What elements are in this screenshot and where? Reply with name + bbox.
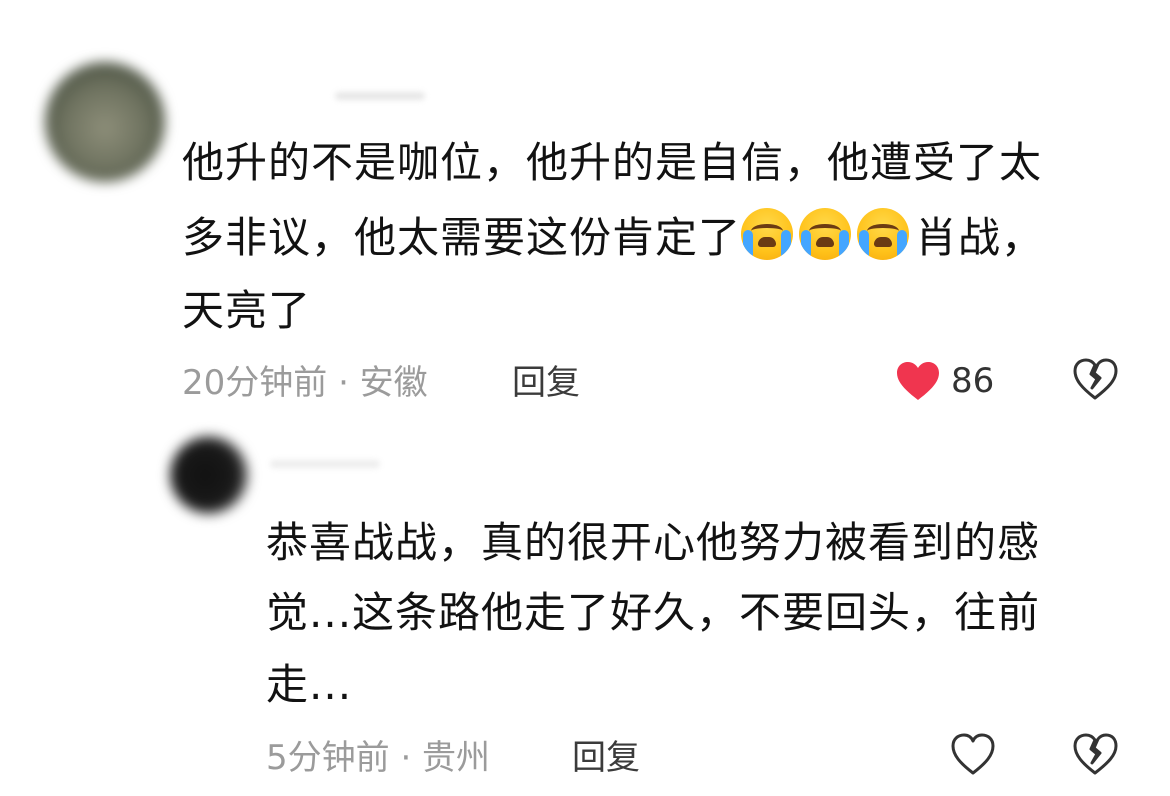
comment-meta: 5分钟前 · 贵州: [266, 738, 491, 778]
heart-filled-icon: [895, 360, 941, 402]
dislike-button[interactable]: [1072, 357, 1118, 403]
reply-button[interactable]: 回复: [512, 355, 580, 404]
comment-text-line: 觉...这条路他走了好久，不要回头，往前: [266, 588, 1041, 637]
heart-outline-icon: [950, 732, 996, 778]
like-button[interactable]: [950, 732, 996, 778]
comment-text-line: 他升的不是咖位，他升的是自信，他遭受了太: [182, 138, 1043, 187]
comment-meta: 20分钟前 · 安徽: [182, 363, 428, 403]
comment-text-line: 天亮了: [182, 286, 312, 335]
crying-face-icon: [741, 208, 794, 260]
comment-text-segment: 肖战，: [915, 213, 1045, 262]
broken-heart-icon: [1072, 732, 1118, 778]
avatar[interactable]: [170, 436, 248, 514]
dislike-button[interactable]: [1072, 732, 1118, 778]
reply-button[interactable]: 回复: [572, 730, 640, 779]
avatar[interactable]: [45, 62, 165, 182]
like-button[interactable]: 86: [895, 360, 994, 402]
username-blurred[interactable]: [270, 460, 380, 468]
crying-face-icon: [799, 208, 852, 260]
comment-text-line: 多非议，他太需要这份肯定了 肖战，: [182, 203, 1044, 273]
comment-text-line: 走...: [266, 660, 353, 709]
broken-heart-icon: [1072, 357, 1118, 403]
comment-feed: 他升的不是咖位，他升的是自信，他遭受了太 多非议，他太需要这份肯定了 肖战， 天亮…: [0, 0, 1170, 796]
crying-face-icon: [857, 208, 910, 260]
comment-text-segment: 多非议，他太需要这份肯定了: [182, 213, 742, 262]
username-blurred[interactable]: [335, 92, 425, 100]
comment-text-line: 恭喜战战，真的很开心他努力被看到的感: [266, 518, 1041, 567]
like-count: 86: [951, 361, 995, 401]
